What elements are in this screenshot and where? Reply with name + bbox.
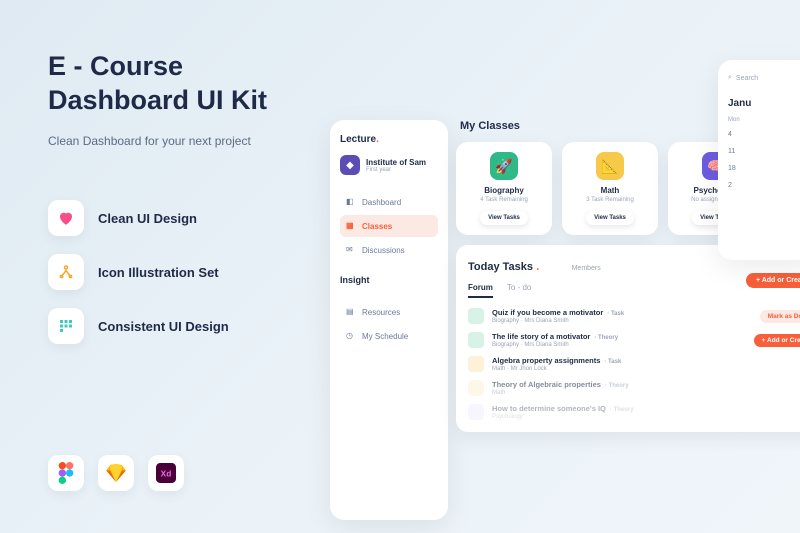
add-create-button[interactable]: + Add or Create <box>754 334 800 347</box>
sidebar-user[interactable]: ◆ Institute of Sam First year <box>340 155 438 175</box>
figma-icon <box>48 455 84 491</box>
schedule-icon: ◷ <box>346 331 356 341</box>
feature-item: Clean UI Design <box>48 200 229 236</box>
grid-icon <box>48 308 84 344</box>
calendar-date[interactable]: 11 <box>728 148 800 155</box>
tasks-title: Today Tasks <box>468 261 539 273</box>
view-tasks-button[interactable]: View Tasks <box>586 211 634 225</box>
discussions-icon: ✉ <box>346 245 356 255</box>
calendar-date[interactable]: 2 <box>728 182 800 189</box>
search-input[interactable]: ⌕Search <box>728 74 800 82</box>
tab-forum[interactable]: Forum <box>468 283 493 298</box>
hero-subtitle: Clean Dashboard for your next project <box>48 132 308 150</box>
sidebar-item-discussions[interactable]: ✉Discussions <box>340 239 438 261</box>
sidebar-item-schedule[interactable]: ◷My Schedule <box>340 325 438 347</box>
sidebar-section-insight: Insight <box>340 275 438 285</box>
task-subject-icon <box>468 308 484 324</box>
feature-label: Clean UI Design <box>98 211 197 226</box>
classes-icon: ▦ <box>346 221 356 231</box>
feature-label: Icon Illustration Set <box>98 265 219 280</box>
task-subject-icon <box>468 332 484 348</box>
task-row[interactable]: Theory of Algebraic properties· Theory M… <box>468 380 800 396</box>
dashboard-icon: ◧ <box>346 197 356 207</box>
class-card-biography[interactable]: 🚀 Biography 4 Task Remaining View Tasks <box>456 142 552 235</box>
feature-item: Consistent UI Design <box>48 308 229 344</box>
sidebar: Lecture ◆ Institute of Sam First year ◧D… <box>330 120 448 520</box>
calendar-panel: ⌕Search Janu Mon 4 11 18 2 <box>718 60 800 260</box>
mark-done-button[interactable]: Mark as Done <box>760 310 800 323</box>
feature-item: Icon Illustration Set <box>48 254 229 290</box>
illustration-icon <box>48 254 84 290</box>
task-row[interactable]: The life story of a motivator· Theory Bi… <box>468 332 800 348</box>
math-icon: 📐 <box>596 152 624 180</box>
task-subject-icon <box>468 404 484 420</box>
avatar-icon: ◆ <box>340 155 360 175</box>
members-label: Members <box>572 265 601 272</box>
hero-title: E - Course Dashboard UI Kit <box>48 50 308 118</box>
sidebar-item-classes[interactable]: ▦Classes <box>340 215 438 237</box>
tool-icons: Xd <box>48 455 184 491</box>
task-list: Quiz if you become a motivator· Task Bio… <box>468 308 800 420</box>
hero: E - Course Dashboard UI Kit Clean Dashbo… <box>48 50 308 150</box>
sidebar-item-resources[interactable]: ▤Resources <box>340 301 438 323</box>
class-card-math[interactable]: 📐 Math 3 Task Remaining View Tasks <box>562 142 658 235</box>
sidebar-title: Lecture <box>340 134 438 145</box>
view-tasks-button[interactable]: View Tasks <box>480 211 528 225</box>
sidebar-item-dashboard[interactable]: ◧Dashboard <box>340 191 438 213</box>
feature-list: Clean UI Design Icon Illustration Set Co… <box>48 200 229 344</box>
add-create-button[interactable]: + Add or Create <box>746 273 800 288</box>
biography-icon: 🚀 <box>490 152 518 180</box>
svg-text:Xd: Xd <box>161 468 172 478</box>
tasks-panel: Today Tasks Members Forum To - do + Add … <box>456 245 800 432</box>
search-icon: ⌕ <box>728 74 732 82</box>
xd-icon: Xd <box>148 455 184 491</box>
heart-icon <box>48 200 84 236</box>
task-row[interactable]: Algebra property assignments· Task Math … <box>468 356 800 372</box>
sketch-icon <box>98 455 134 491</box>
tab-todo[interactable]: To - do <box>507 283 531 298</box>
sidebar-nav: ◧Dashboard ▦Classes ✉Discussions <box>340 191 438 261</box>
task-row[interactable]: Quiz if you become a motivator· Task Bio… <box>468 308 800 324</box>
task-subject-icon <box>468 356 484 372</box>
calendar-day-header: Mon <box>728 117 800 123</box>
resources-icon: ▤ <box>346 307 356 317</box>
calendar-month: Janu <box>728 98 800 109</box>
task-row[interactable]: How to determine someone's IQ· Theory Ps… <box>468 404 800 420</box>
feature-label: Consistent UI Design <box>98 319 229 334</box>
calendar-dates: 4 11 18 2 <box>728 131 800 189</box>
task-subject-icon <box>468 380 484 396</box>
calendar-date[interactable]: 18 <box>728 165 800 172</box>
calendar-date[interactable]: 4 <box>728 131 800 138</box>
